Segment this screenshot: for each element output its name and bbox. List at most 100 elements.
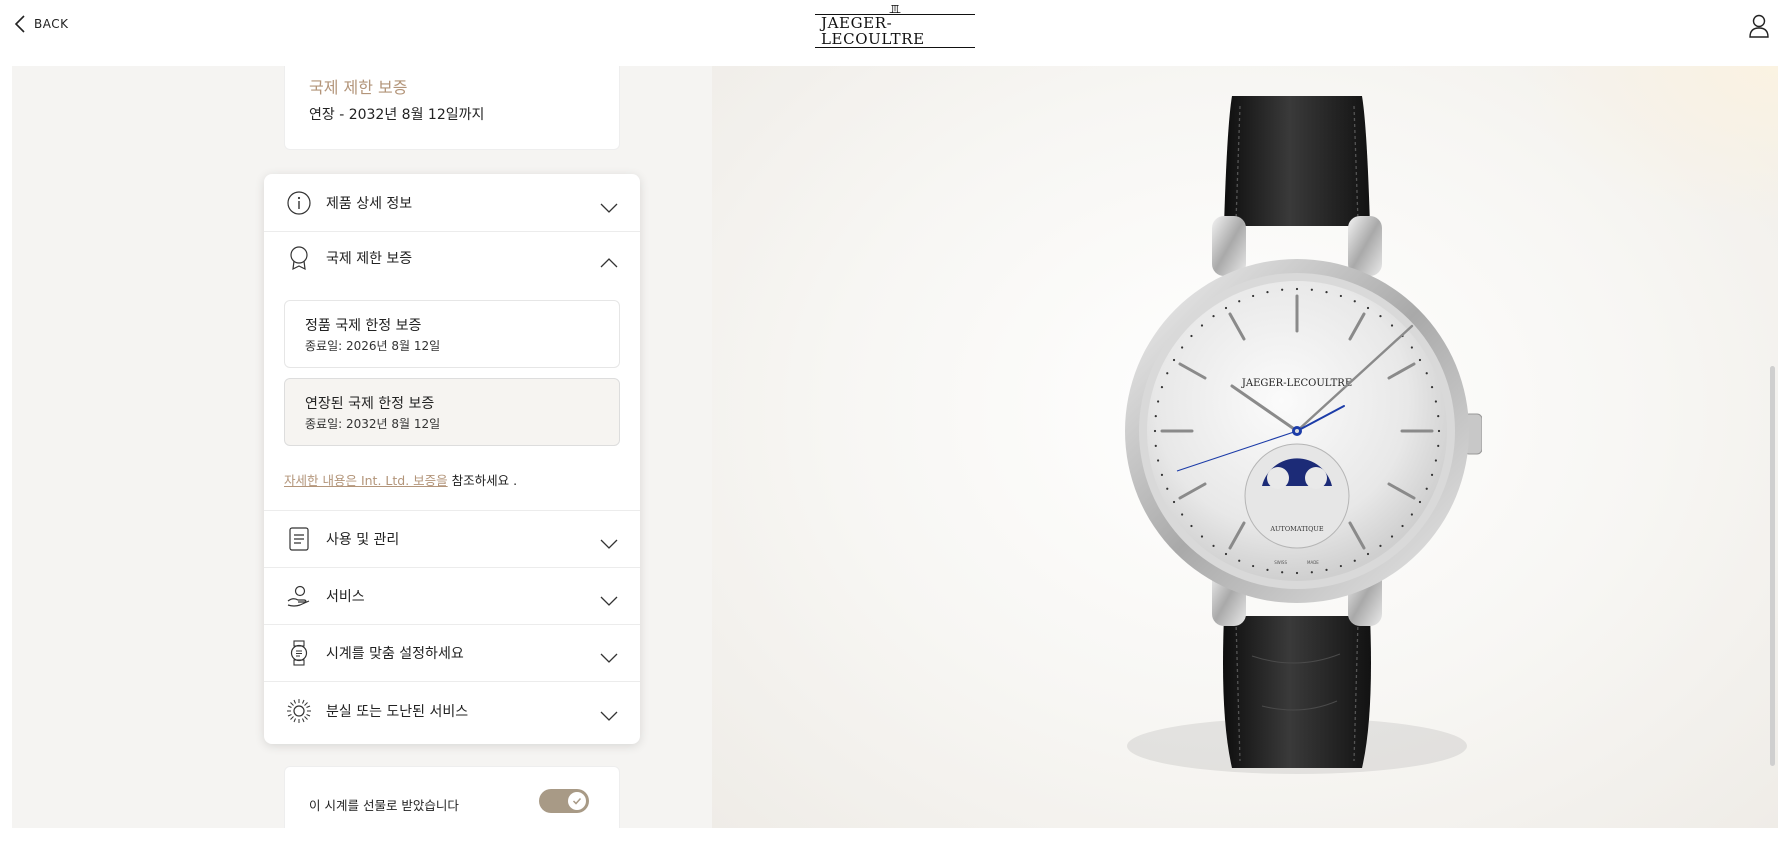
minute-dot	[1224, 552, 1228, 556]
minute-dot	[1160, 473, 1164, 476]
chevron-down-icon	[600, 648, 618, 663]
check-icon	[572, 797, 582, 805]
accordion-label: 제품 상세 정보	[326, 195, 413, 212]
minute-dot	[1224, 306, 1228, 310]
minute-dot	[1238, 300, 1241, 303]
toggle-knob	[568, 792, 586, 810]
chevron-down-icon	[600, 706, 618, 721]
minute-dot	[1339, 294, 1342, 298]
accordion-item-customize[interactable]: 시계를 맞춤 설정하세요	[264, 625, 640, 682]
gift-label: 이 시계를 선물로 받았습니다	[309, 798, 459, 813]
minute-dot	[1379, 315, 1382, 318]
background-glow	[1518, 66, 1778, 226]
back-label: BACK	[34, 17, 69, 31]
minute-dot	[1172, 358, 1176, 362]
minute-dot	[1200, 324, 1204, 327]
minute-dot	[1390, 324, 1394, 327]
minute-dot	[1212, 544, 1215, 547]
minute-dot	[1154, 444, 1157, 447]
chevron-down-icon	[600, 591, 618, 606]
user-icon[interactable]	[1748, 14, 1770, 38]
minute-dot	[1160, 386, 1164, 389]
watch-image: JAEGER-LECOULTRE AUTOMATIQUE SWISS MADE	[1125, 96, 1482, 774]
warranty-summary-card: 국제 제한 보증 연장 - 2032년 8월 12일까지	[284, 66, 620, 150]
accordion-item-warranty[interactable]: 국제 제한 보증	[264, 232, 640, 284]
summary-subtitle: 연장 - 2032년 8월 12일까지	[309, 107, 485, 123]
minute-dot	[1157, 400, 1160, 403]
minute-dot	[1252, 294, 1255, 298]
info-accordion: 제품 상세 정보 국제 제한 보증 정품 국제 한정 보증 종료일: 2026년…	[264, 174, 640, 744]
minute-dot	[1153, 429, 1157, 433]
minute-dot	[1437, 444, 1440, 447]
accordion-label: 사용 및 관리	[326, 532, 400, 548]
minute-dot	[1418, 358, 1422, 362]
product-image-area: JAEGER-LECOULTRE AUTOMATIQUE SWISS MADE	[712, 66, 1778, 828]
minute-dot	[1437, 429, 1441, 433]
minute-dot	[1410, 513, 1413, 516]
back-button[interactable]: BACK	[14, 14, 68, 34]
minute-dot	[1379, 544, 1382, 547]
minute-dot	[1353, 559, 1356, 562]
warranty-card-date: 종료일: 2026년 8월 12일	[305, 339, 441, 353]
accordion-item-services[interactable]: 서비스	[264, 568, 640, 625]
warranty-card-original[interactable]: 정품 국제 한정 보증 종료일: 2026년 8월 12일	[284, 300, 620, 368]
warranty-card-title: 연장된 국제 한정 보증	[305, 396, 435, 412]
minute-dot	[1430, 473, 1434, 476]
minute-dot	[1212, 315, 1215, 318]
sunburst-icon	[286, 698, 312, 724]
minute-dot	[1339, 564, 1342, 568]
accordion-item-product-details[interactable]: 제품 상세 정보	[264, 174, 640, 232]
accordion-label: 분실 또는 도난된 서비스	[326, 704, 469, 720]
minute-dot	[1252, 564, 1255, 568]
warranty-terms-link[interactable]: 자세한 내용은 Int. Ltd. 보증을	[284, 473, 448, 488]
minute-dot	[1310, 571, 1313, 574]
warranty-card-extended[interactable]: 연장된 국제 한정 보증 종료일: 2032년 8월 12일	[284, 378, 620, 446]
warranty-card-date: 종료일: 2032년 8월 12일	[305, 417, 441, 431]
accordion-label: 서비스	[326, 589, 365, 605]
accordion-item-lost-stolen[interactable]: 분실 또는 도난된 서비스	[264, 682, 640, 740]
minute-dot	[1181, 513, 1184, 516]
scrollbar-thumb[interactable]	[1770, 366, 1775, 766]
warranty-note-text: 참조하세요 .	[447, 473, 518, 488]
summary-title: 국제 제한 보증	[309, 78, 408, 97]
minute-dot	[1325, 568, 1328, 571]
chevron-down-icon	[600, 534, 618, 549]
gift-toggle[interactable]	[539, 789, 589, 813]
minute-dot	[1154, 415, 1157, 418]
accordion-item-care[interactable]: 사용 및 관리	[264, 511, 640, 568]
minute-dot	[1181, 346, 1184, 349]
minute-dot	[1157, 459, 1160, 462]
accordion-label: 시계를 맞춤 설정하세요	[326, 646, 464, 662]
minute-dot	[1200, 535, 1204, 538]
info-icon	[286, 190, 312, 216]
minute-dot	[1295, 287, 1299, 291]
dial-swiss-text: SWISS	[1274, 560, 1287, 565]
logo-text: JAEGER-LECOULTRE	[815, 14, 975, 48]
watch-icon	[286, 640, 312, 666]
minute-dot	[1172, 500, 1176, 504]
top-header: BACK JAEGER-LECOULTRE	[0, 0, 1790, 66]
ribbon-icon	[286, 245, 312, 271]
chevron-down-icon	[600, 198, 618, 213]
brand-logo[interactable]: JAEGER-LECOULTRE	[815, 4, 975, 48]
jlc-logo-icon	[889, 5, 901, 13]
minute-dot	[1366, 306, 1370, 310]
minute-dot	[1238, 559, 1241, 562]
warranty-card-title: 정품 국제 한정 보증	[305, 318, 422, 334]
accordion-label: 국제 제한 보증	[326, 251, 413, 267]
minute-dot	[1430, 386, 1434, 389]
minute-dot	[1166, 372, 1169, 375]
minute-dot	[1410, 346, 1413, 349]
minute-dot	[1390, 535, 1394, 538]
minute-dot	[1266, 568, 1269, 571]
warranty-note: 자세한 내용은 Int. Ltd. 보증을 참조하세요 .	[284, 470, 517, 489]
dial-made-text: MADE	[1307, 560, 1319, 565]
minute-dot	[1366, 552, 1370, 556]
minute-dot	[1190, 524, 1193, 528]
minute-dot	[1425, 487, 1428, 490]
minute-dot	[1418, 500, 1422, 504]
minute-dot	[1295, 571, 1299, 575]
minute-dot	[1425, 372, 1428, 375]
page-scrollbar[interactable]	[1768, 66, 1778, 828]
minute-dot	[1437, 415, 1440, 418]
